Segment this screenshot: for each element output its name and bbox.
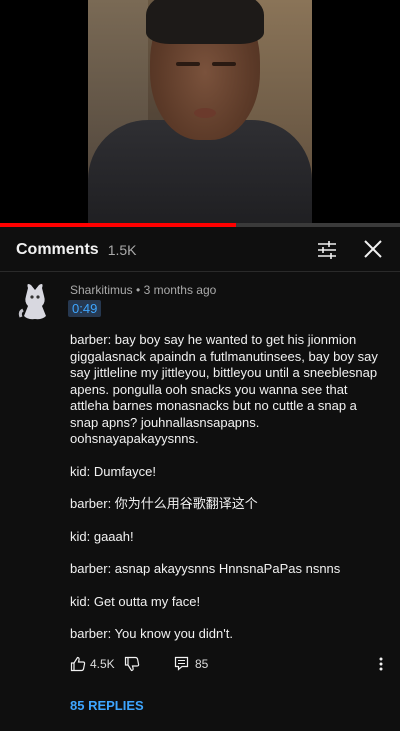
- video-eye-right: [212, 62, 236, 66]
- meta-separator: •: [136, 283, 141, 297]
- comments-count: 1.5K: [107, 242, 137, 258]
- comment-paragraph: barber: 你为什么用谷歌翻译这个: [70, 496, 258, 511]
- comment-paragraph: kid: gaaah!: [70, 528, 134, 544]
- like-count: 4.5K: [90, 657, 115, 671]
- video-hair: [146, 0, 264, 44]
- video-progress-bar[interactable]: [0, 223, 400, 227]
- filter-icon[interactable]: [316, 239, 338, 261]
- comment-body: barber: bay boy say he wanted to get his…: [70, 332, 380, 659]
- video-eye-left: [176, 62, 200, 66]
- view-replies-link[interactable]: 85 REPLIES: [70, 698, 144, 713]
- comment-icon: [174, 656, 189, 671]
- dislike-button[interactable]: [124, 656, 140, 672]
- comments-title: Comments: [16, 241, 99, 258]
- video-frame: [88, 0, 312, 225]
- comments-header: Comments 1.5K: [0, 229, 400, 272]
- comment-paragraph: kid: Dumfayce!: [70, 463, 156, 479]
- reply-button[interactable]: 85: [174, 656, 208, 671]
- video-mouth: [194, 108, 216, 118]
- video-progress-played: [0, 223, 236, 227]
- close-icon[interactable]: [361, 237, 385, 261]
- comment-paragraph: kid: Get outta my face!: [70, 593, 201, 609]
- more-options-icon[interactable]: [377, 656, 385, 672]
- timestamp-link[interactable]: 0:49: [68, 300, 102, 317]
- like-button[interactable]: 4.5K: [70, 656, 115, 672]
- comment-paragraph: barber: asnap akayysnns HnnsnaPaPas nsnn…: [70, 561, 341, 576]
- thumbs-down-icon: [124, 656, 140, 672]
- avatar[interactable]: [18, 282, 52, 322]
- reply-count: 85: [195, 656, 209, 671]
- video-player[interactable]: [0, 0, 400, 225]
- comment-author[interactable]: Sharkitimus: [70, 283, 133, 297]
- comment-meta: Sharkitimus • 3 months ago: [70, 283, 216, 297]
- comment-actions: 4.5K 85: [70, 656, 390, 676]
- comment-age: 3 months ago: [143, 283, 217, 297]
- comment-paragraph: barber: bay boy say he wanted to get his…: [70, 332, 378, 446]
- thumbs-up-icon: [70, 656, 86, 672]
- comment-paragraph: barber: You know you didn't.: [70, 626, 233, 641]
